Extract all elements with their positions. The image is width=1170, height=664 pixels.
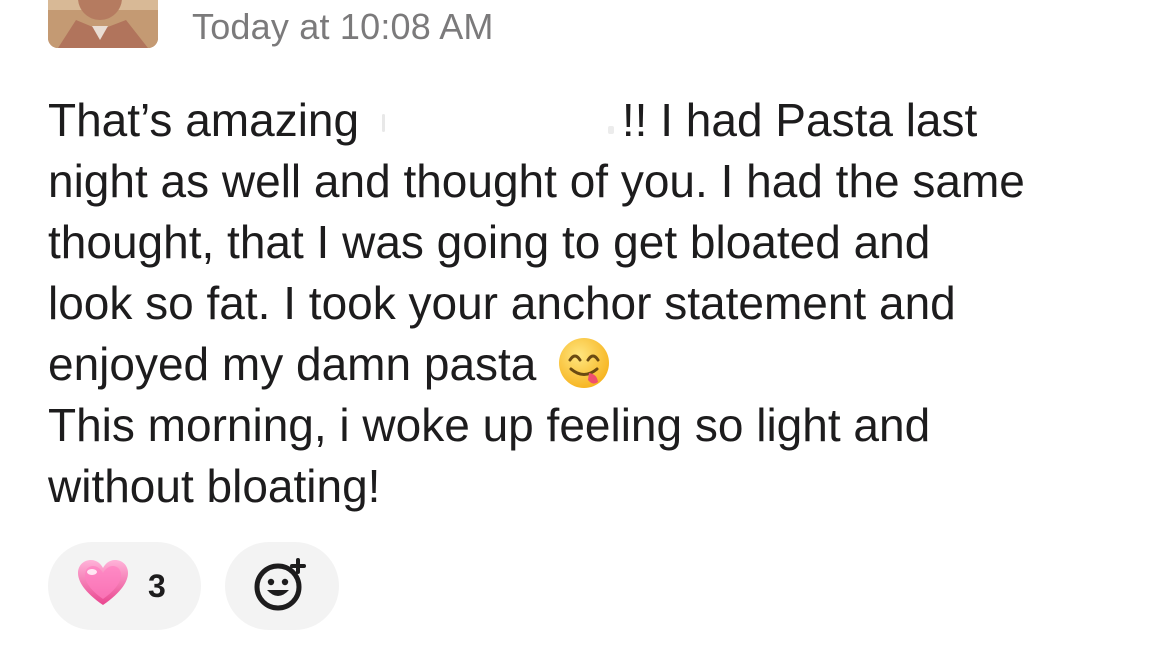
message-text: !! I had Pasta last xyxy=(621,94,978,146)
face-savoring-food-icon xyxy=(557,336,611,390)
sparkling-heart-icon xyxy=(76,559,130,614)
message-line: That’s amazing !! I had Pasta last xyxy=(48,90,1128,151)
message-timestamp[interactable]: Today at 10:08 AM xyxy=(192,6,494,48)
message-line: This morning, i woke up feeling so light… xyxy=(48,399,931,451)
add-emoji-icon xyxy=(252,556,312,617)
message-text: That’s amazing xyxy=(48,94,360,146)
message-body: That’s amazing !! I had Pasta last night… xyxy=(48,90,1128,517)
message-line: enjoyed my damn pasta xyxy=(48,334,1128,395)
message-line: night as well and thought of you. I had … xyxy=(48,155,1025,207)
reaction-count: 3 xyxy=(148,567,166,604)
reaction-sparkling-heart[interactable]: 3 xyxy=(48,542,201,630)
message-line: look so fat. I took your anchor statemen… xyxy=(48,277,956,329)
add-reaction-button[interactable] xyxy=(225,542,339,630)
reactions-bar: 3 xyxy=(48,542,339,630)
message-line: without bloating! xyxy=(48,460,381,512)
message-item: Today at 10:08 AM That’s amazing !! I ha… xyxy=(0,0,1170,664)
message-text: enjoyed my damn pasta xyxy=(48,338,537,390)
redacted-name xyxy=(371,102,622,142)
avatar[interactable] xyxy=(48,0,158,48)
message-line: thought, that I was going to get bloated… xyxy=(48,216,931,268)
